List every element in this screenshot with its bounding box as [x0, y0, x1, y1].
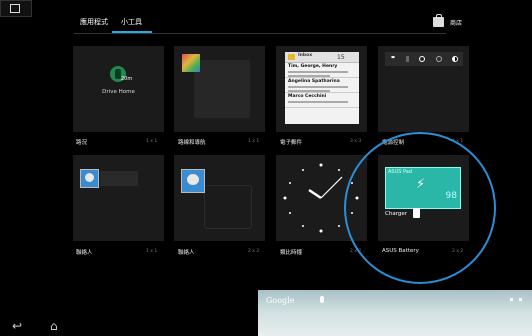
highlight-circle — [344, 132, 496, 284]
widget-size: 1 x 1 — [146, 139, 158, 144]
widget-label: 路況 — [76, 140, 88, 146]
navigation-preview — [194, 60, 250, 118]
bluetooth-icon — [406, 56, 410, 62]
email-sender: Angelina Spatharina — [288, 79, 340, 84]
wallpaper-preview: Google — [258, 290, 532, 336]
contact-frame — [204, 185, 252, 229]
contact-name-bar — [100, 171, 138, 186]
widget-power-control[interactable] — [378, 46, 469, 132]
widget-label: 電子郵件 — [280, 140, 303, 146]
widget-label: 類比時鐘 — [280, 250, 303, 256]
widget-contact[interactable] — [73, 155, 164, 241]
widget-size: 1 x 1 — [248, 139, 260, 144]
contact-icon — [80, 169, 99, 188]
email-preview: Inbox 15 Tim, George, Henry Angelina Spa… — [285, 52, 359, 124]
back-icon[interactable]: ↩ — [12, 319, 22, 333]
email-row: Marco Cecchini — [285, 93, 359, 108]
drive-distance: 20m — [121, 76, 133, 82]
widget-label: 聯絡人 — [178, 250, 195, 256]
widget-label: 路線和導航 — [178, 140, 206, 146]
email-row: Angelina Spatharina — [285, 78, 359, 93]
recent-apps-icon[interactable] — [0, 0, 32, 17]
inbox-title: Inbox — [298, 53, 313, 58]
store-bag-icon — [433, 14, 444, 27]
store-button[interactable]: 商店 — [433, 14, 463, 27]
widget-size: 3 x 3 — [350, 139, 362, 144]
google-search-label: Google — [266, 296, 295, 305]
tab-apps[interactable]: 應用程式 — [80, 17, 108, 27]
widget-email[interactable]: Inbox 15 Tim, George, Henry Angelina Spa… — [276, 46, 367, 132]
widget-size: 2 x 2 — [248, 249, 260, 254]
home-icon[interactable]: ⌂ — [50, 319, 58, 333]
maps-icon — [182, 54, 200, 72]
widget-label: 聯絡人 — [76, 250, 93, 256]
top-divider — [74, 33, 446, 34]
wifi-icon — [390, 56, 397, 62]
brightness-icon — [451, 56, 458, 62]
drive-home-label: Drive Home — [102, 89, 135, 95]
widget-traffic[interactable]: 20m Drive Home — [73, 46, 164, 132]
store-label: 商店 — [450, 19, 463, 27]
widget-contact-large[interactable] — [174, 155, 265, 241]
power-control-preview — [385, 52, 463, 66]
widget-size: 1 x 1 — [146, 249, 158, 254]
widget-navigation[interactable] — [174, 46, 265, 132]
email-row: Tim, George, Henry — [285, 63, 359, 78]
mic-icon[interactable] — [320, 296, 324, 303]
inbox-count: 15 — [337, 54, 345, 61]
envelope-icon — [288, 54, 295, 60]
gps-icon — [419, 56, 426, 62]
email-sender: Tim, George, Henry — [288, 64, 338, 69]
tab-widgets[interactable]: 小工具 — [121, 17, 142, 27]
sync-icon — [435, 56, 442, 62]
email-sender: Marco Cecchini — [288, 94, 327, 99]
contact-icon — [181, 169, 205, 193]
status-dots — [510, 298, 522, 301]
